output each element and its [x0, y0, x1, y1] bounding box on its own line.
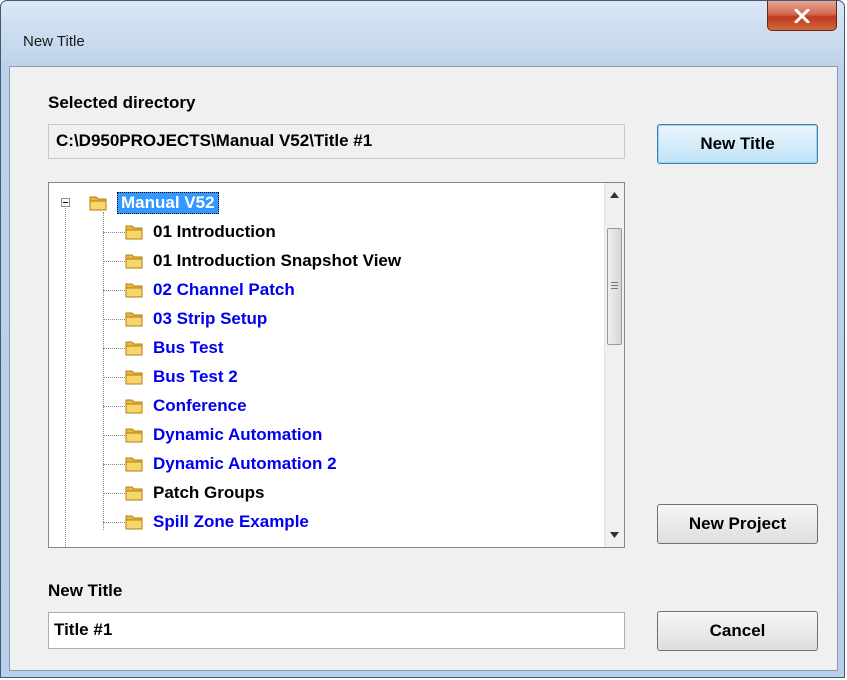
folder-icon [125, 486, 143, 500]
scroll-thumb[interactable] [607, 228, 622, 345]
tree-node-label: 02 Channel Patch [153, 279, 295, 299]
tree-guide-branch [103, 435, 125, 436]
tree-node[interactable]: Conference [125, 391, 247, 420]
tree-node-label: Manual V52 [117, 191, 219, 214]
tree-guide-branch [103, 493, 125, 494]
tree-guide-branch [103, 290, 125, 291]
tree-node[interactable]: Dynamic Automation 2 [125, 449, 337, 478]
close-icon [794, 8, 810, 23]
directory-tree[interactable]: Manual V52 01 Introduction 01 Introductio… [48, 182, 625, 548]
tree-node-label: Dynamic Automation 2 [153, 453, 337, 473]
tree-node-label: Spill Zone Example [153, 511, 309, 531]
tree-node[interactable]: 01 Introduction [125, 217, 276, 246]
folder-icon [125, 283, 143, 297]
tree-vertical-scrollbar[interactable] [604, 183, 624, 547]
tree-node[interactable]: Bus Test 2 [125, 362, 238, 391]
scroll-down-button[interactable] [605, 525, 624, 545]
folder-icon [125, 341, 143, 355]
chevron-down-icon [610, 532, 619, 538]
tree-node[interactable]: 02 Channel Patch [125, 275, 295, 304]
scroll-up-button[interactable] [605, 185, 624, 205]
folder-icon [89, 196, 107, 210]
tree-node-label: 01 Introduction [153, 221, 276, 241]
folder-icon [125, 225, 143, 239]
tree-node-label: Bus Test [153, 337, 224, 357]
window-title: New Title [23, 33, 85, 50]
dialog-client-area: Selected directory C:\D950PROJECTS\Manua… [9, 66, 838, 671]
folder-icon [125, 428, 143, 442]
folder-icon [125, 457, 143, 471]
tree-node-label: Conference [153, 395, 247, 415]
folder-icon [125, 312, 143, 326]
folder-icon [125, 515, 143, 529]
tree-guide-branch [103, 377, 125, 378]
tree-node[interactable]: Dynamic Automation [125, 420, 322, 449]
tree-node[interactable]: 03 Strip Setup [125, 304, 267, 333]
tree-guide-branch [103, 319, 125, 320]
new-title-button[interactable]: New Title [657, 124, 818, 164]
tree-node[interactable]: Bus Test [125, 333, 224, 362]
tree-guide-children [103, 212, 104, 530]
folder-icon [125, 399, 143, 413]
tree-guide-root [65, 208, 66, 547]
tree-node[interactable]: Patch Groups [125, 478, 264, 507]
tree-node-root[interactable]: Manual V52 [89, 188, 219, 217]
tree-node-label: 01 Introduction Snapshot View [153, 250, 402, 270]
selected-directory-path: C:\D950PROJECTS\Manual V52\Title #1 [48, 124, 625, 159]
tree-node-label: Patch Groups [153, 482, 265, 502]
tree-guide-branch [103, 261, 125, 262]
dialog-window: New Title Selected directory C:\D950PROJ… [0, 0, 845, 678]
cancel-button[interactable]: Cancel [657, 611, 818, 651]
collapse-toggle[interactable] [61, 198, 70, 207]
new-title-label: New Title [48, 581, 123, 600]
tree-node-label: 03 Strip Setup [153, 308, 268, 328]
selected-directory-label: Selected directory [48, 93, 196, 112]
folder-icon [125, 370, 143, 384]
tree-guide-branch [103, 348, 125, 349]
tree-guide-branch [103, 522, 125, 523]
chevron-up-icon [610, 192, 619, 198]
tree-guide-branch [103, 232, 125, 233]
tree-node[interactable]: 01 Introduction Snapshot View [125, 246, 401, 275]
tree-node-label: Dynamic Automation [153, 424, 323, 444]
tree-guide-branch [103, 406, 125, 407]
folder-icon [125, 254, 143, 268]
tree-node-label: Bus Test 2 [153, 366, 238, 386]
new-project-button[interactable]: New Project [657, 504, 818, 544]
new-title-input[interactable]: Title #1 [48, 612, 625, 649]
tree-node[interactable]: Spill Zone Example [125, 507, 309, 536]
close-button[interactable] [767, 1, 837, 31]
tree-guide-branch [103, 464, 125, 465]
